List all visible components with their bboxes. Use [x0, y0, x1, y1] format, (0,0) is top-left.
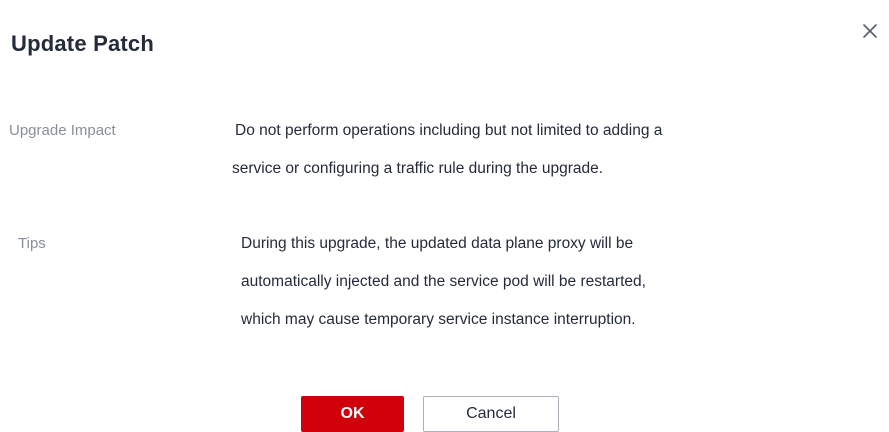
- dialog-title: Update Patch: [11, 31, 154, 56]
- upgrade-impact-text: Do not perform operations including but …: [232, 122, 663, 198]
- upgrade-impact-line: Do not perform operations including but …: [235, 122, 663, 139]
- upgrade-impact-label: Upgrade Impact: [9, 122, 116, 139]
- ok-button[interactable]: OK: [301, 396, 404, 432]
- tips-label: Tips: [18, 235, 46, 252]
- close-icon[interactable]: [860, 21, 880, 41]
- cancel-button[interactable]: Cancel: [423, 396, 559, 432]
- tips-line: which may cause temporary service instan…: [241, 311, 636, 328]
- close-icon-glyph: [863, 24, 877, 38]
- tips-line: automatically injected and the service p…: [241, 273, 646, 290]
- upgrade-impact-line: service or configuring a traffic rule du…: [232, 160, 604, 177]
- update-patch-dialog: Update Patch Upgrade Impact Do not perfo…: [0, 0, 889, 432]
- tips-line: During this upgrade, the updated data pl…: [241, 235, 634, 252]
- tips-text: During this upgrade, the updated data pl…: [241, 235, 646, 349]
